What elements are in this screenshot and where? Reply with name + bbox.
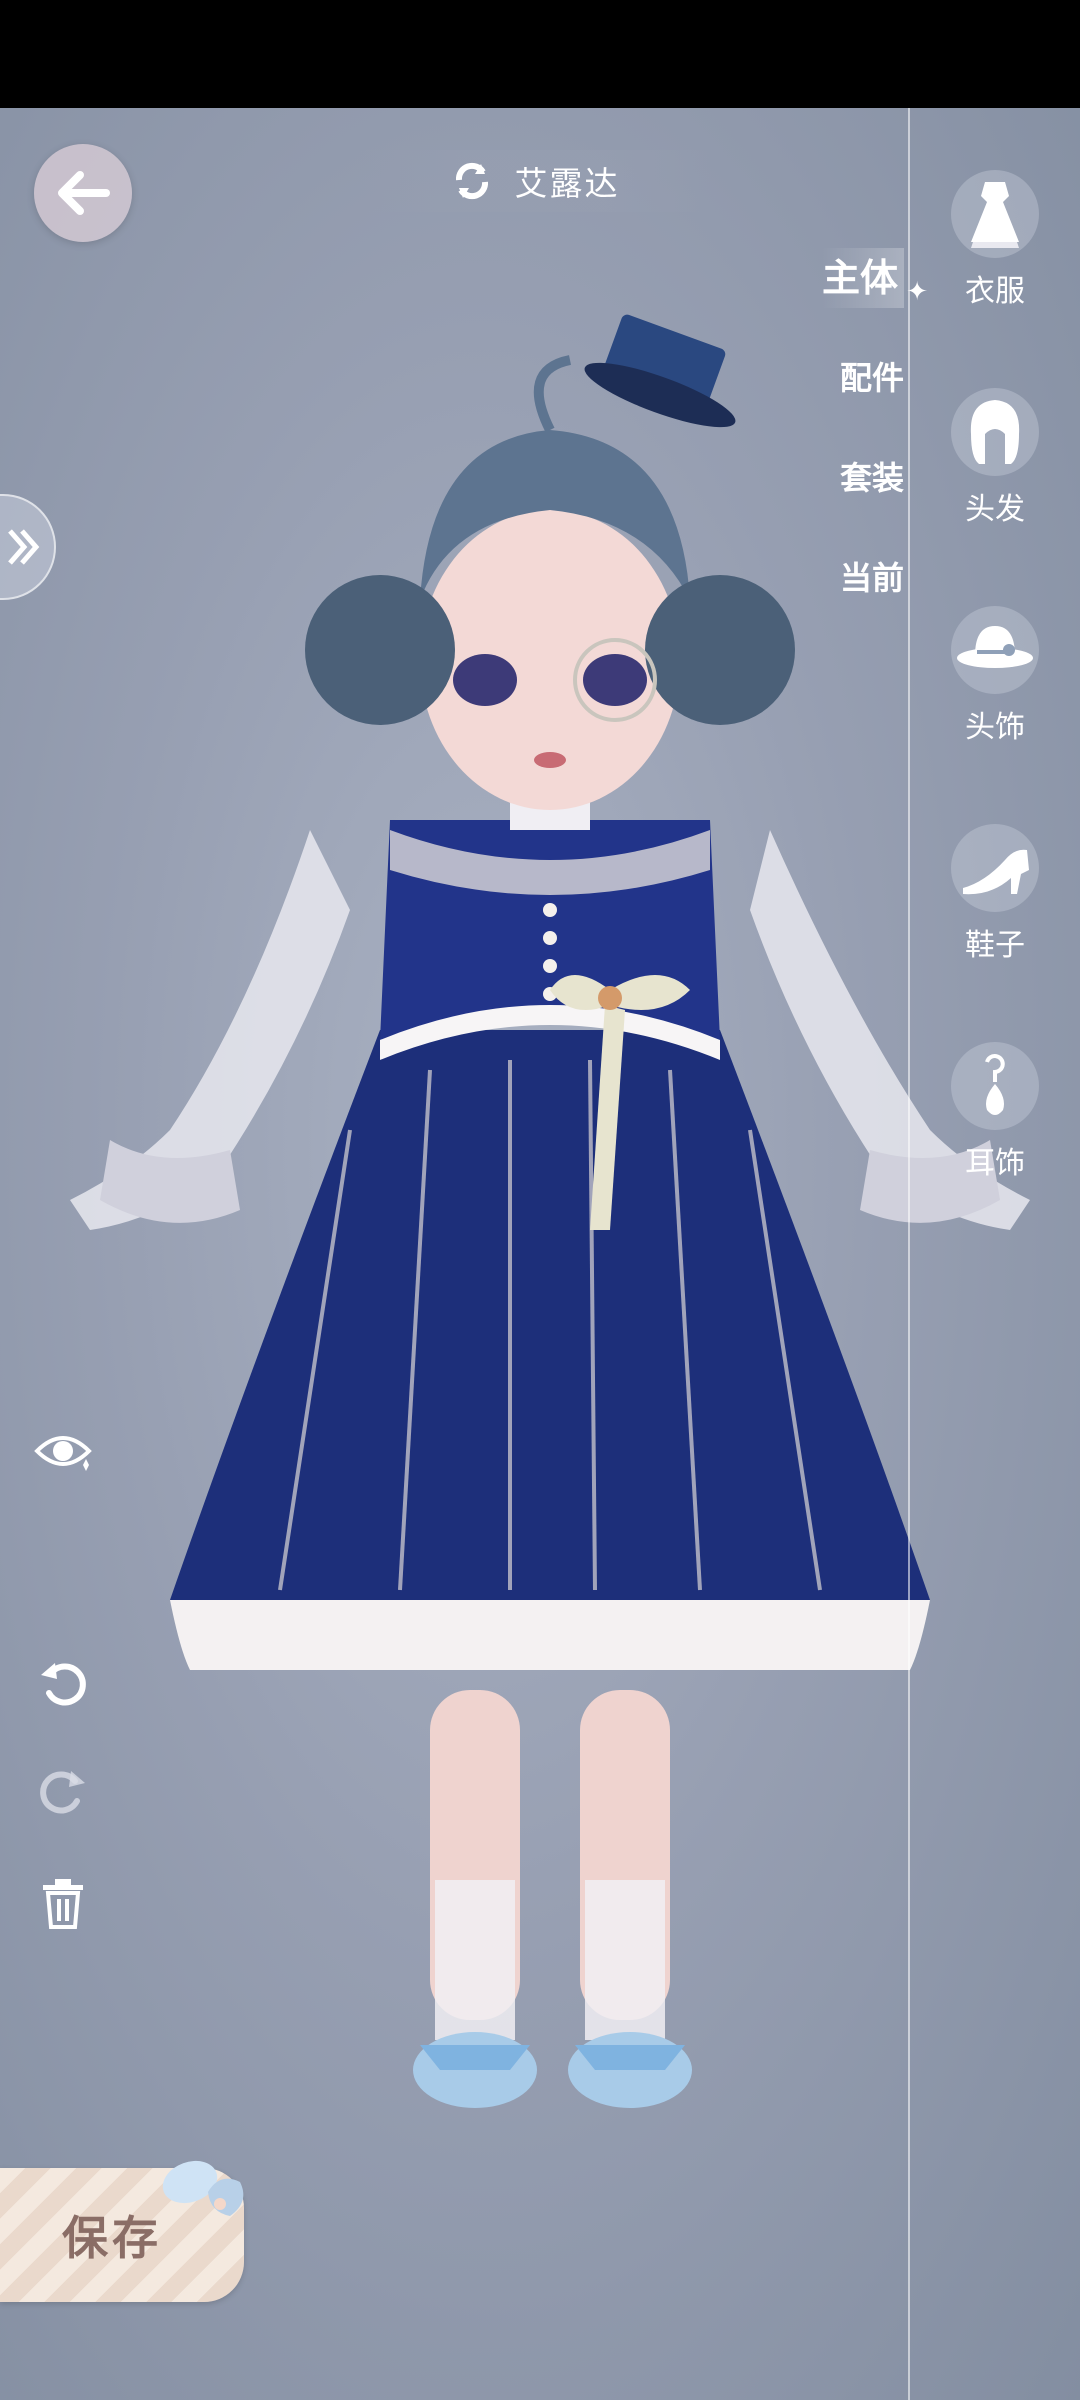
- tab-label: 当前: [839, 559, 904, 597]
- shoe-icon: [963, 849, 1029, 895]
- tab-label: 配件: [839, 359, 904, 397]
- back-button[interactable]: [34, 144, 132, 242]
- item-category-list: 衣服 头发 头饰 鞋子 耳饰: [920, 170, 1070, 1260]
- double-chevron-right-icon: [8, 529, 40, 565]
- decoration-icon: [162, 2160, 244, 2216]
- item-label: 鞋子: [965, 928, 1025, 963]
- hair-icon: [970, 400, 1020, 464]
- save-label: 保存: [62, 2211, 162, 2265]
- tab-label: 主体: [821, 256, 898, 300]
- tab-label: 套装: [839, 459, 904, 497]
- item-hair[interactable]: 头发: [920, 388, 1070, 606]
- switch-character-icon[interactable]: [451, 160, 493, 202]
- status-bar: [0, 0, 1080, 108]
- category-tabs: 主体 ✦ 配件 套装 当前: [821, 248, 928, 648]
- item-label: 头发: [965, 492, 1025, 527]
- toggle-visibility-button[interactable]: [32, 1420, 94, 1482]
- undo-button[interactable]: [32, 1654, 94, 1716]
- item-label: 耳饰: [965, 1146, 1025, 1181]
- eye-icon: [34, 1436, 92, 1471]
- dress-icon: [971, 182, 1019, 248]
- item-shoes[interactable]: 鞋子: [920, 824, 1070, 1042]
- earring-icon: [985, 1054, 1005, 1115]
- item-label: 头饰: [965, 710, 1025, 745]
- hat-icon: [957, 626, 1033, 668]
- arrow-left-icon: [58, 171, 110, 215]
- redo-button[interactable]: [32, 1762, 94, 1824]
- panel-divider: [908, 108, 910, 2400]
- item-clothes[interactable]: 衣服: [920, 170, 1070, 388]
- item-headwear[interactable]: 头饰: [920, 606, 1070, 824]
- character-name-bar[interactable]: 艾露达: [360, 150, 710, 212]
- item-earrings[interactable]: 耳饰: [920, 1042, 1070, 1260]
- tab-current[interactable]: 当前: [822, 548, 904, 648]
- trash-icon: [43, 1879, 83, 1929]
- delete-button[interactable]: [32, 1872, 94, 1934]
- character-name: 艾露达: [514, 164, 620, 203]
- item-label: 衣服: [965, 274, 1025, 309]
- tab-accessories[interactable]: 配件: [822, 348, 904, 448]
- tab-main[interactable]: 主体 ✦: [821, 248, 928, 308]
- tab-outfits[interactable]: 套装: [822, 448, 904, 548]
- redo-icon: [40, 1771, 85, 1814]
- undo-icon: [41, 1663, 86, 1706]
